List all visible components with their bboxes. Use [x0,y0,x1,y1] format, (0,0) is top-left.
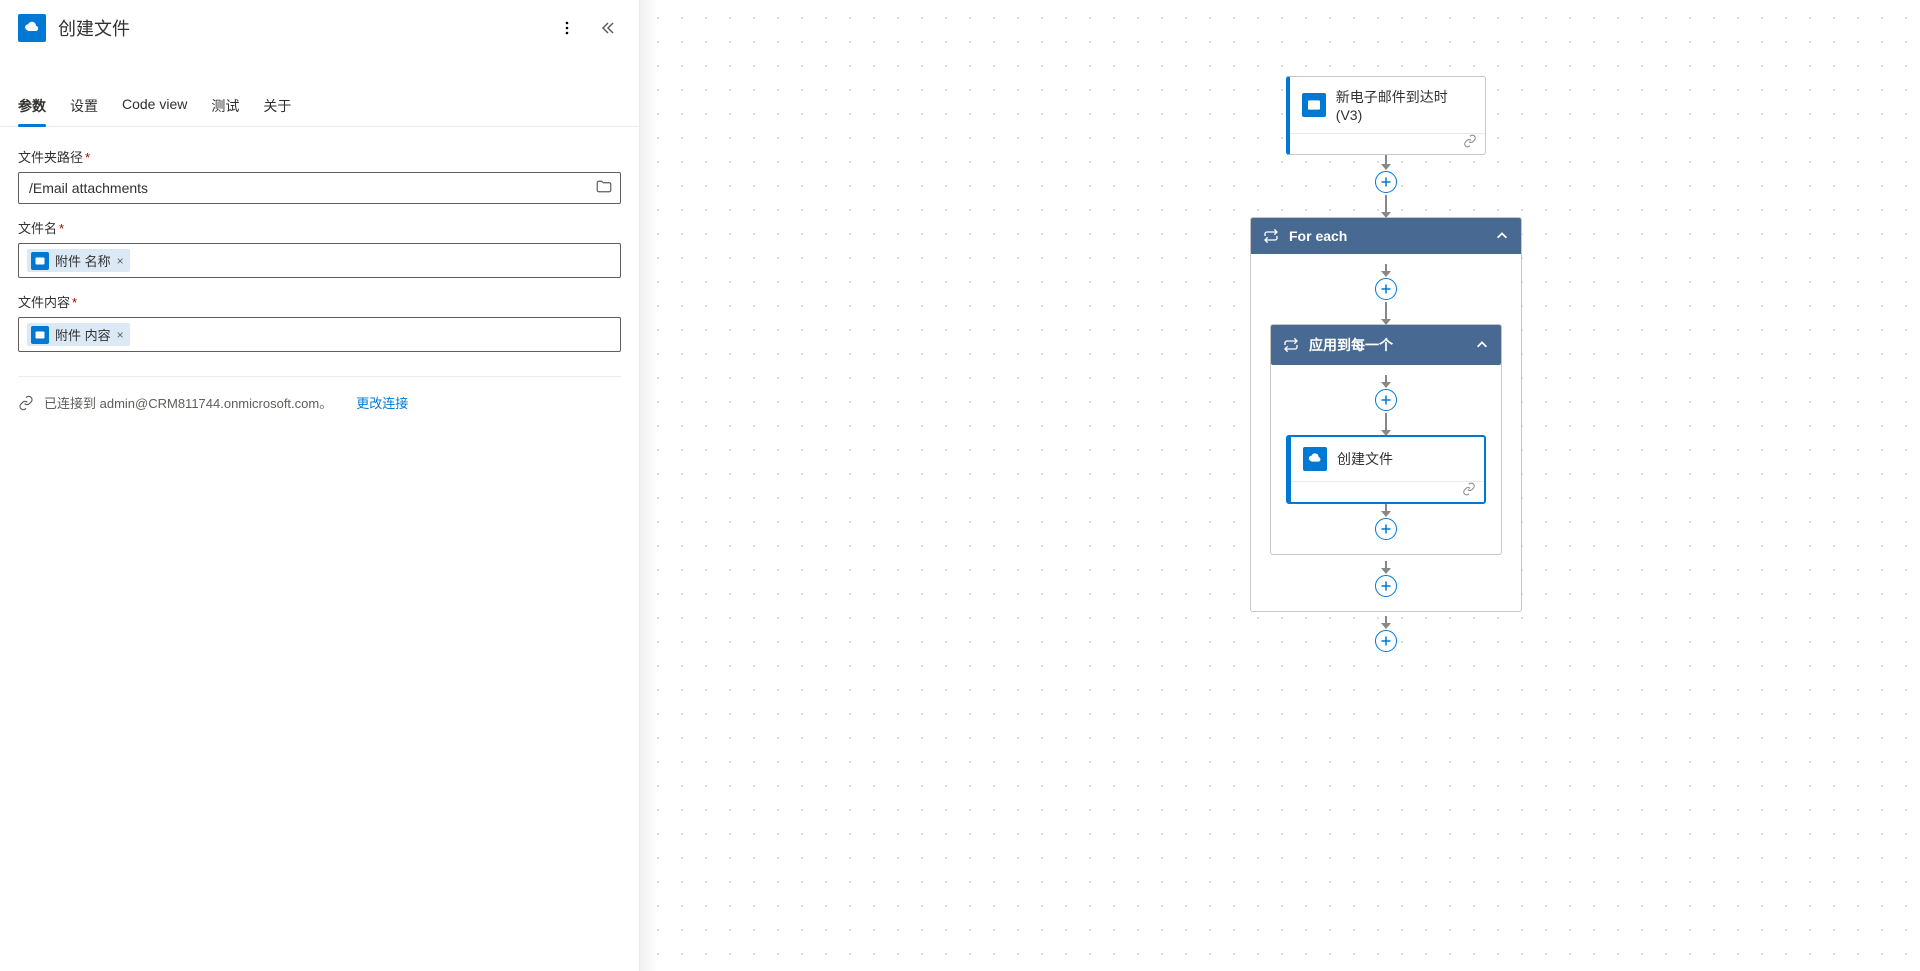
onedrive-icon [1303,447,1327,471]
connection-row: 已连接到 admin@CRM811744.onmicrosoft.com。 更改… [18,393,621,412]
collapse-panel-button[interactable] [593,14,621,42]
change-connection-link[interactable]: 更改连接 [356,393,408,412]
outlook-icon [31,326,49,344]
flow-canvas[interactable]: 新电子邮件到达时(V3) For each [640,0,1920,971]
file-name-label: 文件名* [18,218,621,237]
file-content-input[interactable]: 附件 内容 × [18,317,621,352]
connector-line [1385,375,1387,387]
folder-path-label: 文件夹路径* [18,147,621,166]
connector-line [1385,561,1387,573]
add-step-button[interactable] [1375,630,1397,652]
link-icon [1463,134,1477,148]
add-step-button[interactable] [1375,278,1397,300]
flow-column: 新电子邮件到达时(V3) For each [1250,76,1522,654]
create-file-title: 创建文件 [1337,449,1393,469]
connection-indicator [1291,481,1484,502]
link-icon [18,395,34,411]
loop-icon [1263,228,1279,244]
add-step-button[interactable] [1375,575,1397,597]
field-folder-path: 文件夹路径* [18,147,621,204]
create-file-node[interactable]: 创建文件 [1286,435,1486,504]
apply-each-title: 应用到每一个 [1309,335,1465,355]
apply-each-header[interactable]: 应用到每一个 [1271,325,1501,365]
add-step-button[interactable] [1375,518,1397,540]
token-label: 附件 内容 [55,325,111,344]
trigger-title: 新电子邮件到达时(V3) [1336,87,1473,123]
properties-panel: 创建文件 参数 设置 Code view 测试 关于 文件夹路径* 文件名* [0,0,640,971]
onedrive-icon [18,14,46,42]
connector-line [1385,155,1387,169]
file-name-input[interactable]: 附件 名称 × [18,243,621,278]
connection-text: 已连接到 admin@CRM811744.onmicrosoft.com。 [44,393,332,412]
link-icon [1462,482,1476,496]
apply-each-body: 创建文件 [1271,365,1501,542]
token-label: 附件 名称 [55,251,111,270]
file-content-label: 文件内容* [18,292,621,311]
folder-browse-icon[interactable] [595,178,613,199]
tab-code-view[interactable]: Code view [122,92,187,126]
field-file-name: 文件名* 附件 名称 × [18,218,621,278]
add-step-button[interactable] [1375,389,1397,411]
panel-tabs: 参数 设置 Code view 测试 关于 [0,92,639,127]
foreach-header[interactable]: For each [1251,218,1521,254]
panel-body: 文件夹路径* 文件名* 附件 名称 × 文件内容* [0,127,639,971]
field-file-content: 文件内容* 附件 内容 × [18,292,621,352]
connector-line [1385,195,1387,217]
tab-settings[interactable]: 设置 [70,92,98,126]
foreach-title: For each [1289,228,1485,244]
foreach-node[interactable]: For each 应用到每一个 [1250,217,1522,612]
token-remove-icon[interactable]: × [117,254,124,268]
chevron-up-icon[interactable] [1475,338,1489,352]
connector-line [1385,504,1387,516]
trigger-node[interactable]: 新电子邮件到达时(V3) [1286,76,1486,155]
tab-parameters[interactable]: 参数 [18,92,46,126]
connector-line [1385,413,1387,435]
file-name-token[interactable]: 附件 名称 × [27,249,130,272]
token-remove-icon[interactable]: × [117,328,124,342]
connector-line [1385,302,1387,324]
apply-each-node[interactable]: 应用到每一个 创建文件 [1270,324,1502,555]
panel-title: 创建文件 [58,15,541,41]
outlook-icon [31,252,49,270]
add-step-button[interactable] [1375,171,1397,193]
tab-test[interactable]: 测试 [211,92,239,126]
connector-line [1385,264,1387,276]
outlook-icon [1302,93,1326,117]
more-button[interactable] [553,14,581,42]
foreach-body: 应用到每一个 创建文件 [1251,254,1521,599]
loop-icon [1283,337,1299,353]
panel-header: 创建文件 [0,0,639,56]
chevron-up-icon[interactable] [1495,229,1509,243]
tab-about[interactable]: 关于 [263,92,291,126]
file-content-token[interactable]: 附件 内容 × [27,323,130,346]
divider [18,376,621,377]
connection-indicator [1290,133,1485,154]
connector-line [1385,616,1387,628]
folder-path-input[interactable] [18,172,621,204]
